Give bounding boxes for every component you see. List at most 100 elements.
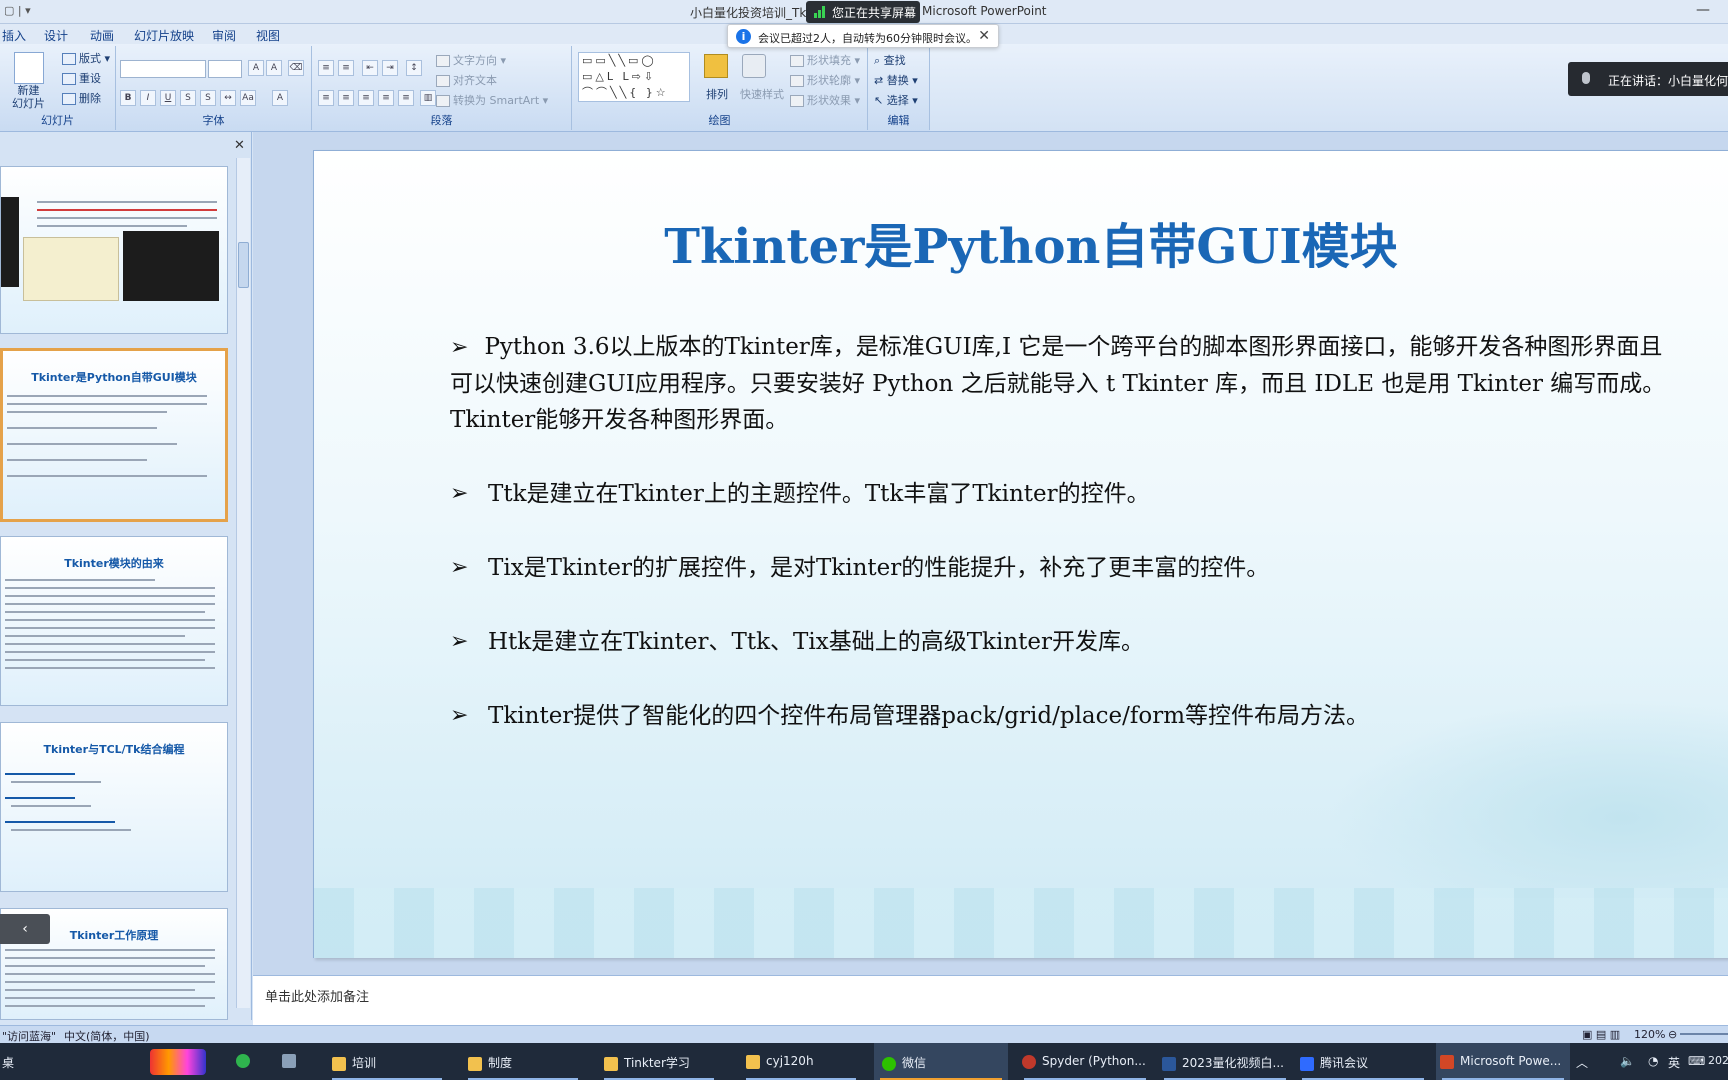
volume-icon[interactable]: 🔈 (1620, 1054, 1635, 1068)
taskbar-item-training[interactable]: 培训 (326, 1043, 448, 1080)
tray-chevron-icon[interactable]: ︿ (1576, 1054, 1588, 1071)
reset-button[interactable]: 重设 (62, 70, 101, 86)
taskbar-item-wechat[interactable]: 微信 (874, 1043, 1008, 1080)
arrange-icon[interactable] (704, 54, 728, 78)
justify-button[interactable]: ≡ (378, 90, 394, 106)
decrease-indent-button[interactable]: ⇤ (362, 60, 378, 76)
arrow-bullet-icon: ➢ (450, 481, 469, 506)
notes-pane[interactable]: 单击此处添加备注 (253, 975, 1728, 1025)
select-button[interactable]: ↖ 选择 ▾ (874, 92, 918, 108)
wifi-icon[interactable]: ◔ (1648, 1054, 1658, 1068)
effects-icon (790, 95, 804, 107)
scrollbar-thumb[interactable] (238, 242, 249, 288)
tab-insert[interactable]: 插入 (2, 27, 26, 44)
italic-button[interactable]: I (140, 90, 156, 106)
view-buttons[interactable]: ▣ ▤ ▥ (1582, 1028, 1620, 1041)
tab-design[interactable]: 设计 (44, 27, 68, 44)
shrink-font-button[interactable]: A (266, 60, 282, 76)
clear-format-button[interactable]: ⌫ (288, 60, 304, 76)
quick-styles-icon[interactable] (742, 54, 766, 78)
grow-font-button[interactable]: A (248, 60, 264, 76)
taskbar-item-rules[interactable]: 制度 (462, 1043, 584, 1080)
slide-thumbnail-panel: ✕ Tkinter是Python自带GUI模块 Tkinter模块的由来 Tki… (0, 132, 252, 1020)
drawing-group: ▭▭╲╲▭◯ ▭△L L⇨⇩ ⌒⌒╲╲{ }☆ 排列 快速样式 形状填充 ▾ 形状轮… (572, 46, 868, 130)
align-center-button[interactable]: ≡ (338, 90, 354, 106)
wechat-icon (882, 1056, 896, 1071)
taskbar-item-powerpoint[interactable]: Microsoft Powe... (1436, 1043, 1570, 1080)
strikethrough-button[interactable]: S (180, 90, 196, 106)
taskbar-item-spyder[interactable]: Spyder (Python... (1018, 1043, 1152, 1080)
input-language[interactable]: 英 (1668, 1054, 1680, 1071)
shape-fill-button[interactable]: 形状填充 ▾ (790, 52, 860, 68)
font-group-label: 字体 (202, 114, 225, 127)
change-case-button[interactable]: Aa (240, 90, 256, 106)
taskbar-item-word[interactable]: 2023量化视频白... (1158, 1043, 1292, 1080)
align-left-button[interactable]: ≡ (318, 90, 334, 106)
slide-thumbnail-4[interactable]: Tkinter与TCL/Tk结合编程 (0, 722, 228, 892)
zoom-slider[interactable] (1680, 1033, 1728, 1035)
tab-slideshow[interactable]: 幻灯片放映 (134, 27, 194, 44)
increase-indent-button[interactable]: ⇥ (382, 60, 398, 76)
slide-thumbnail-3[interactable]: Tkinter模块的由来 (0, 536, 228, 706)
word-doc-icon (1162, 1056, 1176, 1071)
screen-sharing-indicator[interactable]: 您正在共享屏幕 (806, 1, 920, 23)
text-direction-button[interactable]: 文字方向 ▾ (436, 52, 506, 68)
slide-bullets[interactable]: ➢ Python 3.6以上版本的Tkinter库，是标准GUI库,I 它是一个跨… (450, 329, 1670, 772)
align-text-button[interactable]: 对齐文本 (436, 72, 497, 88)
ribbon: 新建 幻灯片 版式 ▾ 重设 删除 幻灯片 A A ⌫ B I U S S ↔ … (0, 44, 930, 132)
slide-title[interactable]: Tkinter是Python自带GUI模块 (314, 207, 1728, 277)
taskbar-item-tinkter[interactable]: Tinkter学习 (598, 1043, 720, 1080)
shape-effects-button[interactable]: 形状效果 ▾ (790, 92, 860, 108)
arrange-button[interactable]: 排列 (706, 86, 728, 102)
language-indicator[interactable]: 中文(简体，中国) (64, 1028, 150, 1044)
shape-outline-button[interactable]: 形状轮廓 ▾ (790, 72, 860, 88)
bold-button[interactable]: B (120, 90, 136, 106)
taskbar-item-tencent-meeting[interactable]: 腾讯会议 (1296, 1043, 1430, 1080)
screen-sharing-label: 您正在共享屏幕 (832, 6, 917, 20)
refresh-app-icon[interactable] (236, 1043, 256, 1080)
replace-button[interactable]: ⇄ 替换 ▾ (874, 72, 918, 88)
minimize-button[interactable]: — (1696, 2, 1710, 18)
collapse-panel-button[interactable]: ‹ (0, 914, 50, 944)
close-icon[interactable]: ✕ (978, 28, 990, 44)
align-right-button[interactable]: ≡ (358, 90, 374, 106)
close-panel-icon[interactable]: ✕ (234, 138, 245, 153)
quick-access-toolbar[interactable]: ▢ | ▾ (4, 4, 31, 17)
distribute-button[interactable]: ≡ (398, 90, 414, 106)
zoom-level[interactable]: 120% (1634, 1028, 1665, 1041)
keyboard-icon[interactable]: ⌨ (1688, 1054, 1705, 1068)
shadow-button[interactable]: S (200, 90, 216, 106)
font-color-button[interactable]: A (272, 90, 288, 106)
shapes-gallery[interactable]: ▭▭╲╲▭◯ ▭△L L⇨⇩ ⌒⌒╲╲{ }☆ (578, 52, 690, 102)
background-wave-pattern (314, 888, 1728, 958)
slide-thumbnail-1[interactable] (0, 166, 228, 334)
tab-review[interactable]: 审阅 (212, 27, 236, 44)
calculator-app-icon[interactable] (282, 1043, 302, 1080)
layout-button[interactable]: 版式 ▾ (62, 50, 110, 66)
start-button[interactable]: 桌 (2, 1043, 30, 1080)
font-size-field[interactable] (208, 60, 242, 78)
slide-thumbnail-2[interactable]: Tkinter是Python自带GUI模块 (0, 348, 228, 522)
clock[interactable]: 202 (1708, 1054, 1728, 1067)
pinned-app-icon[interactable] (150, 1043, 212, 1080)
char-spacing-button[interactable]: ↔ (220, 90, 236, 106)
find-button[interactable]: ⌕ 查找 (874, 52, 906, 68)
underline-button[interactable]: U (160, 90, 176, 106)
quick-styles-button[interactable]: 快速样式 (740, 86, 784, 102)
numbering-button[interactable]: ≡ (338, 60, 354, 76)
bullets-button[interactable]: ≡ (318, 60, 334, 76)
taskbar-item-cyj120h[interactable]: cyj120h (740, 1043, 862, 1080)
line-spacing-button[interactable]: ↕ (406, 60, 422, 76)
convert-smartart-button[interactable]: 转换为 SmartArt ▾ (436, 92, 548, 108)
thumbnail-scrollbar[interactable] (236, 158, 250, 1008)
replace-icon: ⇄ (874, 74, 887, 87)
delete-button[interactable]: 删除 (62, 90, 101, 106)
new-slide-button[interactable]: 新建 幻灯片 (12, 84, 45, 110)
tab-view[interactable]: 视图 (256, 27, 280, 44)
current-slide[interactable]: Tkinter是Python自带GUI模块 ➢ Python 3.6以上版本的Tk… (313, 150, 1728, 958)
zoom-out-icon[interactable]: ⊖ (1668, 1028, 1677, 1041)
font-name-field[interactable] (120, 60, 206, 78)
tab-animation[interactable]: 动画 (90, 27, 114, 44)
columns-button[interactable]: ▥ (420, 90, 436, 106)
new-slide-icon[interactable] (14, 52, 44, 84)
